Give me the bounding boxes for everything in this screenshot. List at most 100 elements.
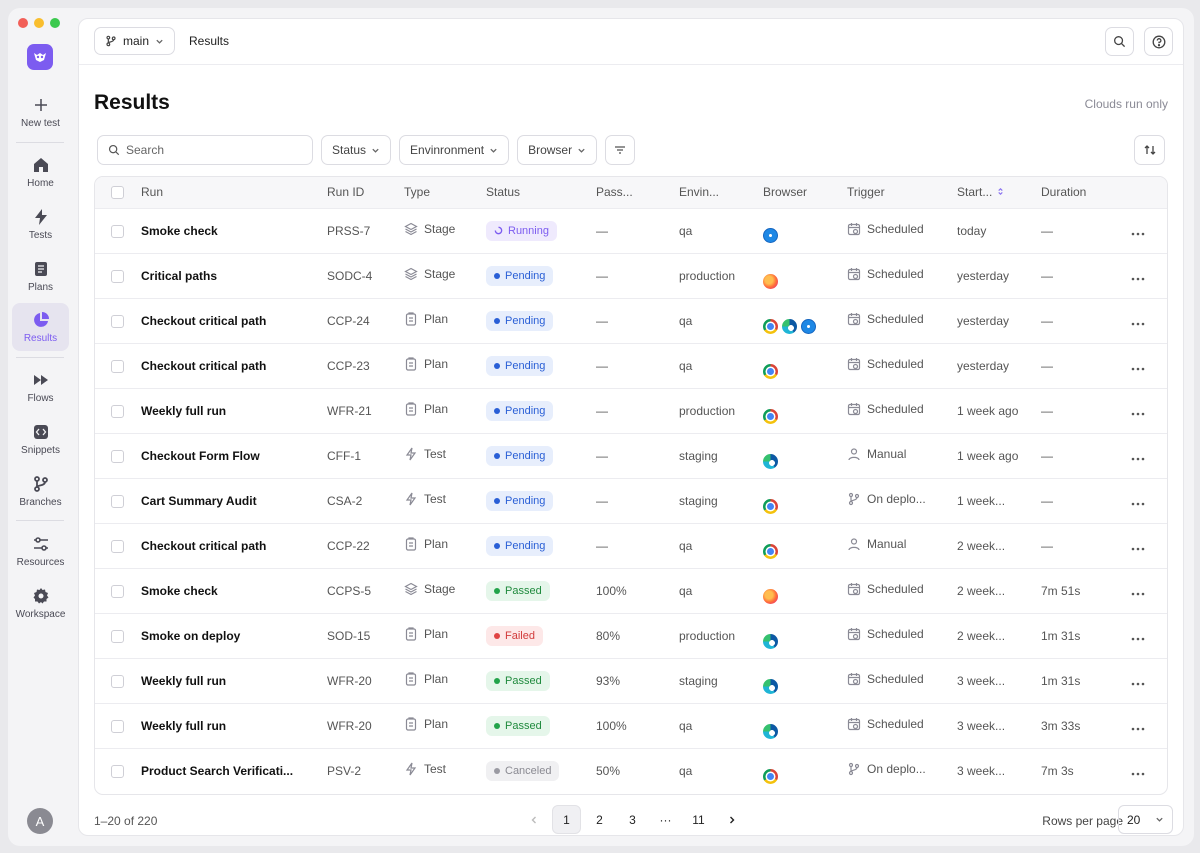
table-row[interactable]: Smoke check PRSS-7 Stage Running — qa sa… <box>95 208 1167 253</box>
row-more-button[interactable] <box>1131 673 1145 689</box>
table-row[interactable]: Checkout critical path CCP-24 Plan Pendi… <box>95 298 1167 343</box>
table-row[interactable]: Weekly full run WFR-20 Plan Passed 100% … <box>95 703 1167 748</box>
run-name[interactable]: Checkout critical path <box>141 523 327 568</box>
run-name[interactable]: Product Search Verificati... <box>141 748 327 793</box>
column-header-browser[interactable]: Browser <box>763 177 847 208</box>
run-name[interactable]: Checkout Form Flow <box>141 433 327 478</box>
sidebar-item-branches[interactable]: Branches <box>12 467 69 515</box>
run-name[interactable]: Cart Summary Audit <box>141 478 327 523</box>
row-more-button[interactable] <box>1131 538 1145 554</box>
row-checkbox[interactable] <box>111 764 124 778</box>
column-header-trigger[interactable]: Trigger <box>847 177 957 208</box>
duration: — <box>1041 313 1053 328</box>
column-header-run-id[interactable]: Run ID <box>327 177 404 208</box>
row-checkbox[interactable] <box>111 494 124 508</box>
sidebar-item-tests[interactable]: Tests <box>12 200 69 248</box>
run-name[interactable]: Checkout critical path <box>141 343 327 388</box>
row-more-button[interactable] <box>1131 403 1145 419</box>
table-row[interactable]: Smoke on deploy SOD-15 Plan Failed 80% p… <box>95 613 1167 658</box>
column-header-duration[interactable]: Duration <box>1041 177 1131 208</box>
row-checkbox[interactable] <box>111 539 124 553</box>
table-row[interactable]: Smoke check CCPS-5 Stage Passed 100% qa … <box>95 568 1167 613</box>
run-name[interactable]: Smoke check <box>141 568 327 613</box>
page-ellipsis[interactable]: ··· <box>651 805 680 834</box>
table-row[interactable]: Weekly full run WFR-20 Plan Passed 93% s… <box>95 658 1167 703</box>
previous-page-button[interactable] <box>519 805 548 834</box>
branch-selector[interactable]: main <box>94 27 176 55</box>
row-more-button[interactable] <box>1131 313 1145 329</box>
row-more-button[interactable] <box>1131 223 1145 239</box>
sort-button[interactable] <box>1134 135 1165 165</box>
run-name[interactable]: Weekly full run <box>141 388 327 433</box>
column-header-start[interactable]: Start... <box>957 177 1041 208</box>
row-checkbox[interactable] <box>111 674 124 688</box>
sidebar-item-home[interactable]: Home <box>12 148 69 196</box>
row-checkbox[interactable] <box>111 404 124 418</box>
pass-rate: — <box>596 313 608 328</box>
table-row[interactable]: Checkout critical path CCP-22 Plan Pendi… <box>95 523 1167 568</box>
row-more-button[interactable] <box>1131 493 1145 509</box>
select-all-checkbox[interactable] <box>111 186 124 200</box>
status-dot <box>494 317 500 324</box>
page-button-3[interactable]: 3 <box>618 805 647 834</box>
column-header-status[interactable]: Status <box>486 177 596 208</box>
row-more-button[interactable] <box>1131 718 1145 734</box>
search-button[interactable] <box>1105 27 1134 56</box>
clouds-run-only-note[interactable]: Clouds run only <box>1085 97 1168 111</box>
run-name[interactable]: Critical paths <box>141 253 327 298</box>
table-row[interactable]: Weekly full run WFR-21 Plan Pending — pr… <box>95 388 1167 433</box>
row-checkbox[interactable] <box>111 314 124 328</box>
column-header-type[interactable]: Type <box>404 177 486 208</box>
table-row[interactable]: Cart Summary Audit CSA-2 Test Pending — … <box>95 478 1167 523</box>
search-input[interactable]: Search <box>97 135 313 165</box>
row-checkbox[interactable] <box>111 224 124 238</box>
row-checkbox[interactable] <box>111 584 124 598</box>
table-row[interactable]: Checkout critical path CCP-23 Plan Pendi… <box>95 343 1167 388</box>
table-row[interactable]: Critical paths SODC-4 Stage Pending — pr… <box>95 253 1167 298</box>
row-more-button[interactable] <box>1131 448 1145 464</box>
sidebar-item-results[interactable]: Results <box>12 303 69 351</box>
sidebar-item-plans[interactable]: Plans <box>12 252 69 300</box>
avatar[interactable]: A <box>27 808 53 834</box>
row-more-button[interactable] <box>1131 358 1145 374</box>
page-button-11[interactable]: 11 <box>684 805 713 834</box>
run-name[interactable]: Weekly full run <box>141 658 327 703</box>
sidebar-item-new-test[interactable]: New test <box>12 88 69 136</box>
sidebar-item-workspace[interactable]: Workspace <box>12 579 69 627</box>
column-header-run[interactable]: Run <box>141 177 327 208</box>
run-name[interactable]: Weekly full run <box>141 703 327 748</box>
row-checkbox[interactable] <box>111 359 124 373</box>
sidebar-item-flows[interactable]: Flows <box>12 363 69 411</box>
page-button-2[interactable]: 2 <box>585 805 614 834</box>
row-checkbox[interactable] <box>111 719 124 733</box>
row-more-button[interactable] <box>1131 763 1145 779</box>
sidebar-item-label: New test <box>21 117 60 129</box>
row-more-button[interactable] <box>1131 628 1145 644</box>
table-row[interactable]: Checkout Form Flow CFF-1 Test Pending — … <box>95 433 1167 478</box>
run-name[interactable]: Checkout critical path <box>141 298 327 343</box>
app-logo[interactable] <box>27 44 53 70</box>
environment-filter[interactable]: Envinronment <box>399 135 510 165</box>
sidebar-item-resources[interactable]: Resources <box>12 527 69 575</box>
help-button[interactable] <box>1144 27 1173 56</box>
sidebar-item-snippets[interactable]: Snippets <box>12 415 69 463</box>
row-checkbox[interactable] <box>111 449 124 463</box>
next-page-button[interactable] <box>717 805 746 834</box>
trigger-label: Manual <box>867 447 907 461</box>
run-name[interactable]: Smoke on deploy <box>141 613 327 658</box>
page-button-1[interactable]: 1 <box>552 805 581 834</box>
browser-filter[interactable]: Browser <box>517 135 598 165</box>
run-name[interactable]: Smoke check <box>141 208 327 253</box>
row-checkbox[interactable] <box>111 629 124 643</box>
row-more-button[interactable] <box>1131 268 1145 284</box>
row-more-button[interactable] <box>1131 583 1145 599</box>
run-type-label: Plan <box>424 357 449 371</box>
more-filters-button[interactable] <box>605 135 636 165</box>
rows-per-page-select[interactable]: 20 <box>1118 805 1173 834</box>
column-header-environment[interactable]: Envin... <box>679 177 763 208</box>
table-row[interactable]: Product Search Verificati... PSV-2 Test … <box>95 748 1167 793</box>
environment: staging <box>679 493 718 508</box>
row-checkbox[interactable] <box>111 269 124 283</box>
status-filter[interactable]: Status <box>321 135 392 165</box>
column-header-pass[interactable]: Pass... <box>596 177 679 208</box>
